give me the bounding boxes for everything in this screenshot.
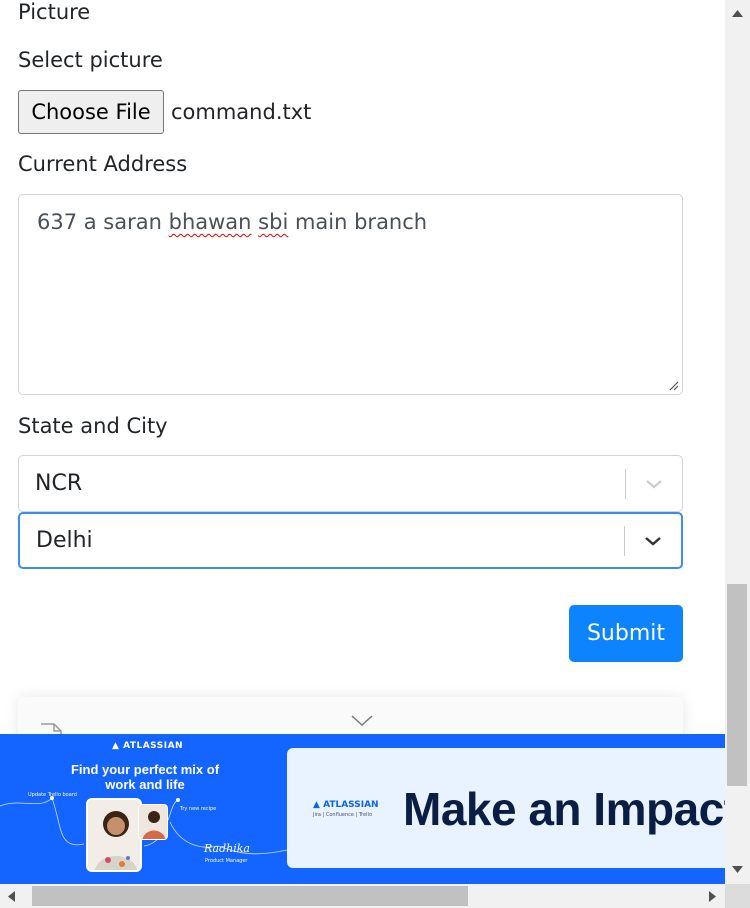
ad-right-products: Jira | Confluence | Trello: [313, 812, 372, 818]
scroll-right-icon[interactable]: [709, 891, 716, 902]
ad-left-panel: ▲ ATLASSIAN Find your perfect mix of wor…: [0, 734, 287, 884]
chevron-down-icon[interactable]: [626, 478, 682, 490]
ad-note-recipe: Try new recipe: [180, 806, 217, 812]
ad-banner[interactable]: ▲ ATLASSIAN Find your perfect mix of wor…: [0, 734, 725, 884]
ad-right-brand: ▲ ATLASSIAN: [313, 800, 379, 810]
submit-button[interactable]: Submit: [569, 605, 683, 662]
misspelled-word: sbi: [258, 210, 289, 234]
address-textarea[interactable]: 637 a saran bhawan sbi main branch: [18, 194, 683, 395]
ad-person-photo: [86, 798, 142, 872]
scroll-left-icon[interactable]: [8, 891, 15, 902]
ad-small-photo: [138, 804, 168, 840]
horizontal-scroll-thumb[interactable]: [32, 886, 468, 906]
city-select-value: Delhi: [36, 528, 93, 553]
address-text: 637 a saran bhawan sbi main branch: [37, 210, 428, 234]
ad-signature: Radhika: [204, 842, 250, 855]
ad-role: Product Manager: [205, 858, 248, 864]
atlassian-logo-icon: ▲: [313, 800, 324, 810]
misspelled-word: bhawan: [168, 210, 252, 234]
ad-right-headline: Make an Impact: [403, 783, 725, 835]
chevron-down-icon[interactable]: [625, 535, 681, 547]
selected-file-name: command.txt: [171, 100, 312, 124]
vertical-scrollbar[interactable]: [725, 0, 750, 884]
current-address-label: Current Address: [18, 152, 188, 176]
ad-right-panel: ▲ ATLASSIAN Jira | Confluence | Trello M…: [287, 748, 725, 868]
scroll-up-icon[interactable]: [732, 10, 743, 17]
vertical-scroll-thumb[interactable]: [727, 584, 747, 786]
resize-grip-icon[interactable]: [667, 379, 679, 391]
state-city-label: State and City: [18, 414, 168, 438]
horizontal-scrollbar[interactable]: [0, 884, 725, 908]
scrollbar-corner: [725, 884, 750, 908]
choose-file-button[interactable]: Choose File: [18, 90, 164, 134]
file-input[interactable]: Choose File command.txt: [18, 90, 311, 134]
state-select-value: NCR: [35, 471, 83, 496]
state-select[interactable]: NCR: [18, 455, 683, 512]
chevron-down-icon[interactable]: [351, 715, 373, 727]
ad-note-update: Update Trello board: [28, 792, 77, 798]
scroll-down-icon[interactable]: [732, 866, 743, 873]
city-select[interactable]: Delhi: [18, 512, 683, 569]
picture-heading: Picture: [18, 0, 91, 24]
select-picture-label: Select picture: [18, 48, 163, 72]
